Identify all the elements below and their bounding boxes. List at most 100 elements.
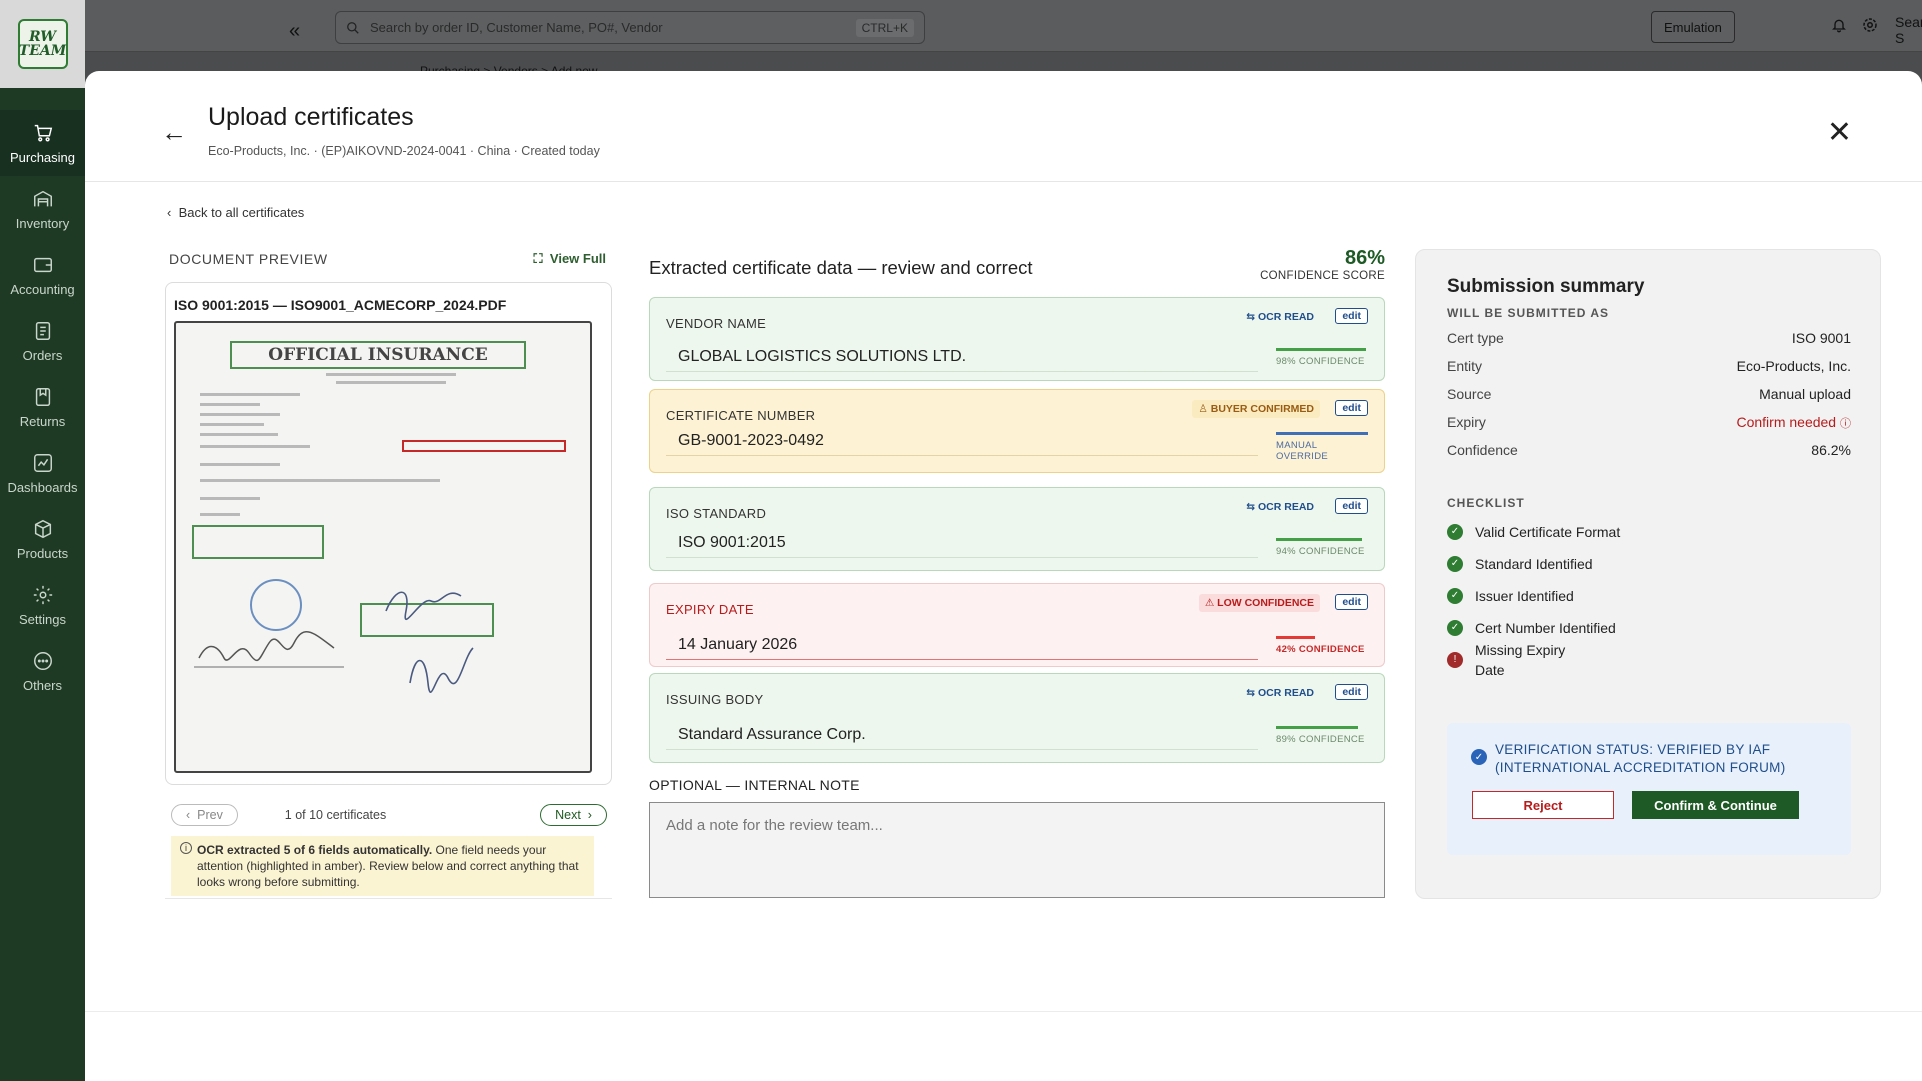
sidebar-item-label: Dashboards — [7, 479, 78, 495]
next-label: Next — [555, 808, 581, 822]
low-confidence-badge: ⚠ LOW CONFIDENCE — [1198, 594, 1320, 612]
field-confidence: 42% CONFIDENCE — [1276, 636, 1368, 655]
bell-icon[interactable] — [1831, 16, 1847, 34]
field-label: ISO STANDARD — [666, 506, 767, 521]
certificate-image[interactable]: OFFICIAL INSURANCE — [174, 321, 592, 773]
vendor-name-input[interactable]: GLOBAL LOGISTICS SOLUTIONS LTD. — [666, 342, 1258, 372]
emulation-button[interactable]: Emulation — [1651, 11, 1735, 43]
doc-line — [200, 433, 278, 436]
back-arrow-icon[interactable]: ← — [161, 117, 187, 148]
returns-icon — [35, 387, 50, 406]
edit-button[interactable]: edit — [1335, 684, 1368, 700]
sidebar-item-dashboards[interactable]: Dashboards — [0, 440, 85, 506]
close-icon[interactable]: ✕ — [1827, 115, 1852, 150]
sidebar-item-others[interactable]: Others — [0, 638, 85, 704]
divider — [165, 898, 612, 899]
modal-header: ← Upload certificates Eco-Products, Inc.… — [85, 71, 1922, 182]
sidebar-item-settings[interactable]: Settings — [0, 572, 85, 638]
checklist-item: ✓ Cert Number Identified — [1447, 618, 1616, 638]
next-button[interactable]: Next › — [540, 804, 607, 826]
verification-status-panel: ✓ VERIFICATION STATUS: VERIFIED BY IAF (… — [1447, 723, 1851, 855]
prev-button[interactable]: ‹ Prev — [171, 804, 238, 826]
checklist-label: Cert Number Identified — [1475, 620, 1616, 636]
search-input[interactable]: Search by order ID, Customer Name, PO#, … — [335, 11, 925, 44]
internal-note-label: OPTIONAL — INTERNAL NOTE — [649, 777, 860, 793]
field-tag: BUYER CONFIRMED — [1210, 403, 1314, 415]
checklist-item: ✓ Valid Certificate Format — [1447, 522, 1620, 542]
doc-line — [200, 445, 310, 448]
sidebar-item-returns[interactable]: Returns — [0, 374, 85, 440]
field-expiry-date: EXPIRY DATE ⚠ LOW CONFIDENCE edit 14 Jan… — [649, 583, 1385, 667]
sidebar-item-products[interactable]: Products — [0, 506, 85, 572]
sidebar-item-accounting[interactable]: Accounting — [0, 242, 85, 308]
summary-value: ISO 9001 — [1791, 330, 1851, 346]
logo-line-1: RW — [28, 29, 57, 45]
reject-button[interactable]: Reject — [1472, 791, 1614, 819]
submission-summary: Submission summary WILL BE SUBMITTED AS … — [1415, 249, 1881, 899]
collapse-sidebar-icon[interactable]: « — [289, 20, 300, 43]
summary-row-expiry: Expiry Confirm needed ⓘ — [1447, 414, 1851, 431]
expiry-date-input[interactable]: 14 January 2026 — [666, 630, 1258, 660]
buyer-confirmed-badge: ♙ BUYER CONFIRMED — [1192, 400, 1320, 418]
confidence-label: 89% CONFIDENCE — [1276, 734, 1365, 745]
document-preview-card: ISO 9001:2015 — ISO9001_ACMECORP_2024.PD… — [165, 282, 612, 785]
preview-heading: DOCUMENT PREVIEW — [169, 251, 328, 267]
verification-status-text: VERIFICATION STATUS: VERIFIED BY IAF (IN… — [1495, 742, 1786, 775]
field-vendor-name: VENDOR NAME ⇆ OCR READ edit GLOBAL LOGIS… — [649, 297, 1385, 381]
preview-header: DOCUMENT PREVIEW ⛶ View Full — [169, 251, 606, 267]
settings-icon[interactable] — [1861, 16, 1879, 34]
sidebar-item-label: Products — [16, 545, 69, 561]
page-title: Upload certificates — [208, 103, 414, 131]
sidebar-item-orders[interactable]: Orders — [0, 308, 85, 374]
document-file-name: ISO 9001:2015 — ISO9001_ACMECORP_2024.PD… — [174, 297, 507, 313]
iso-standard-input[interactable]: ISO 9001:2015 — [666, 528, 1258, 558]
certificate-number-input[interactable]: GB-9001-2023-0492 — [666, 426, 1258, 456]
confidence-label: 98% CONFIDENCE — [1276, 356, 1365, 367]
dashboard-icon — [33, 453, 52, 472]
doc-line — [200, 513, 240, 516]
logo-line-2: TEAM — [18, 43, 67, 59]
summary-title: Submission summary — [1447, 276, 1645, 297]
confidence-bar — [1276, 432, 1368, 435]
edit-button[interactable]: edit — [1335, 498, 1368, 514]
doc-line — [200, 463, 280, 466]
confidence-bar — [1276, 636, 1315, 639]
internal-note-input[interactable]: Add a note for the review team... — [649, 802, 1385, 898]
confidence-score-label: CONFIDENCE SCORE — [1260, 270, 1385, 282]
checklist-label: Valid Certificate Format — [1475, 524, 1621, 540]
summary-value-warning: Confirm needed ⓘ — [1736, 414, 1851, 431]
warning-icon: ⚠ — [1204, 597, 1215, 609]
field-label: EXPIRY DATE — [666, 602, 754, 617]
ocr-note-bold: OCR extracted 5 of 6 fields automaticall… — [197, 843, 433, 857]
issuing-body-input[interactable]: Standard Assurance Corp. — [666, 720, 1258, 750]
sidebar-item-label: Returns — [19, 413, 66, 429]
summary-value: Eco-Products, Inc. — [1736, 358, 1851, 374]
field-confidence: 98% CONFIDENCE — [1276, 348, 1368, 367]
app-logo[interactable]: RW TEAM — [0, 0, 85, 88]
check-circle-icon: ✓ — [1447, 556, 1463, 572]
document-pager: ‹ Prev 1 of 10 certificates Next › — [171, 804, 607, 826]
cart-icon — [34, 124, 52, 142]
highlight-red-box — [402, 440, 566, 452]
user-menu[interactable]: Sean S SS ▼ — [1895, 14, 1922, 46]
back-link-label: Back to all certificates — [178, 205, 305, 220]
edit-button[interactable]: edit — [1335, 308, 1368, 324]
edit-button[interactable]: edit — [1335, 594, 1368, 610]
sidebar-item-purchasing[interactable]: Purchasing — [0, 110, 85, 176]
confidence-label: 42% CONFIDENCE — [1276, 644, 1365, 655]
summary-value: Manual upload — [1759, 386, 1851, 402]
edit-button[interactable]: edit — [1335, 400, 1368, 416]
view-full-button[interactable]: ⛶ View Full — [534, 251, 606, 267]
confirm-continue-button[interactable]: Confirm & Continue — [1632, 791, 1799, 819]
field-tag: OCR READ — [1257, 687, 1314, 699]
page-info: 1 of 10 certificates — [284, 808, 387, 822]
back-to-certificates-link[interactable]: ‹ Back to all certificates — [167, 205, 304, 220]
ocr-icon: ⇆ — [1246, 501, 1256, 513]
ocr-icon: ⇆ — [1246, 311, 1256, 323]
sidebar-item-label: Orders — [22, 347, 63, 363]
summary-label: Source — [1447, 386, 1492, 402]
sidebar-item-inventory[interactable]: Inventory — [0, 176, 85, 242]
checklist-item: ! Missing Expiry Date — [1447, 640, 1597, 680]
ocr-read-badge: ⇆ OCR READ — [1240, 308, 1320, 326]
field-label: CERTIFICATE NUMBER — [666, 408, 816, 423]
